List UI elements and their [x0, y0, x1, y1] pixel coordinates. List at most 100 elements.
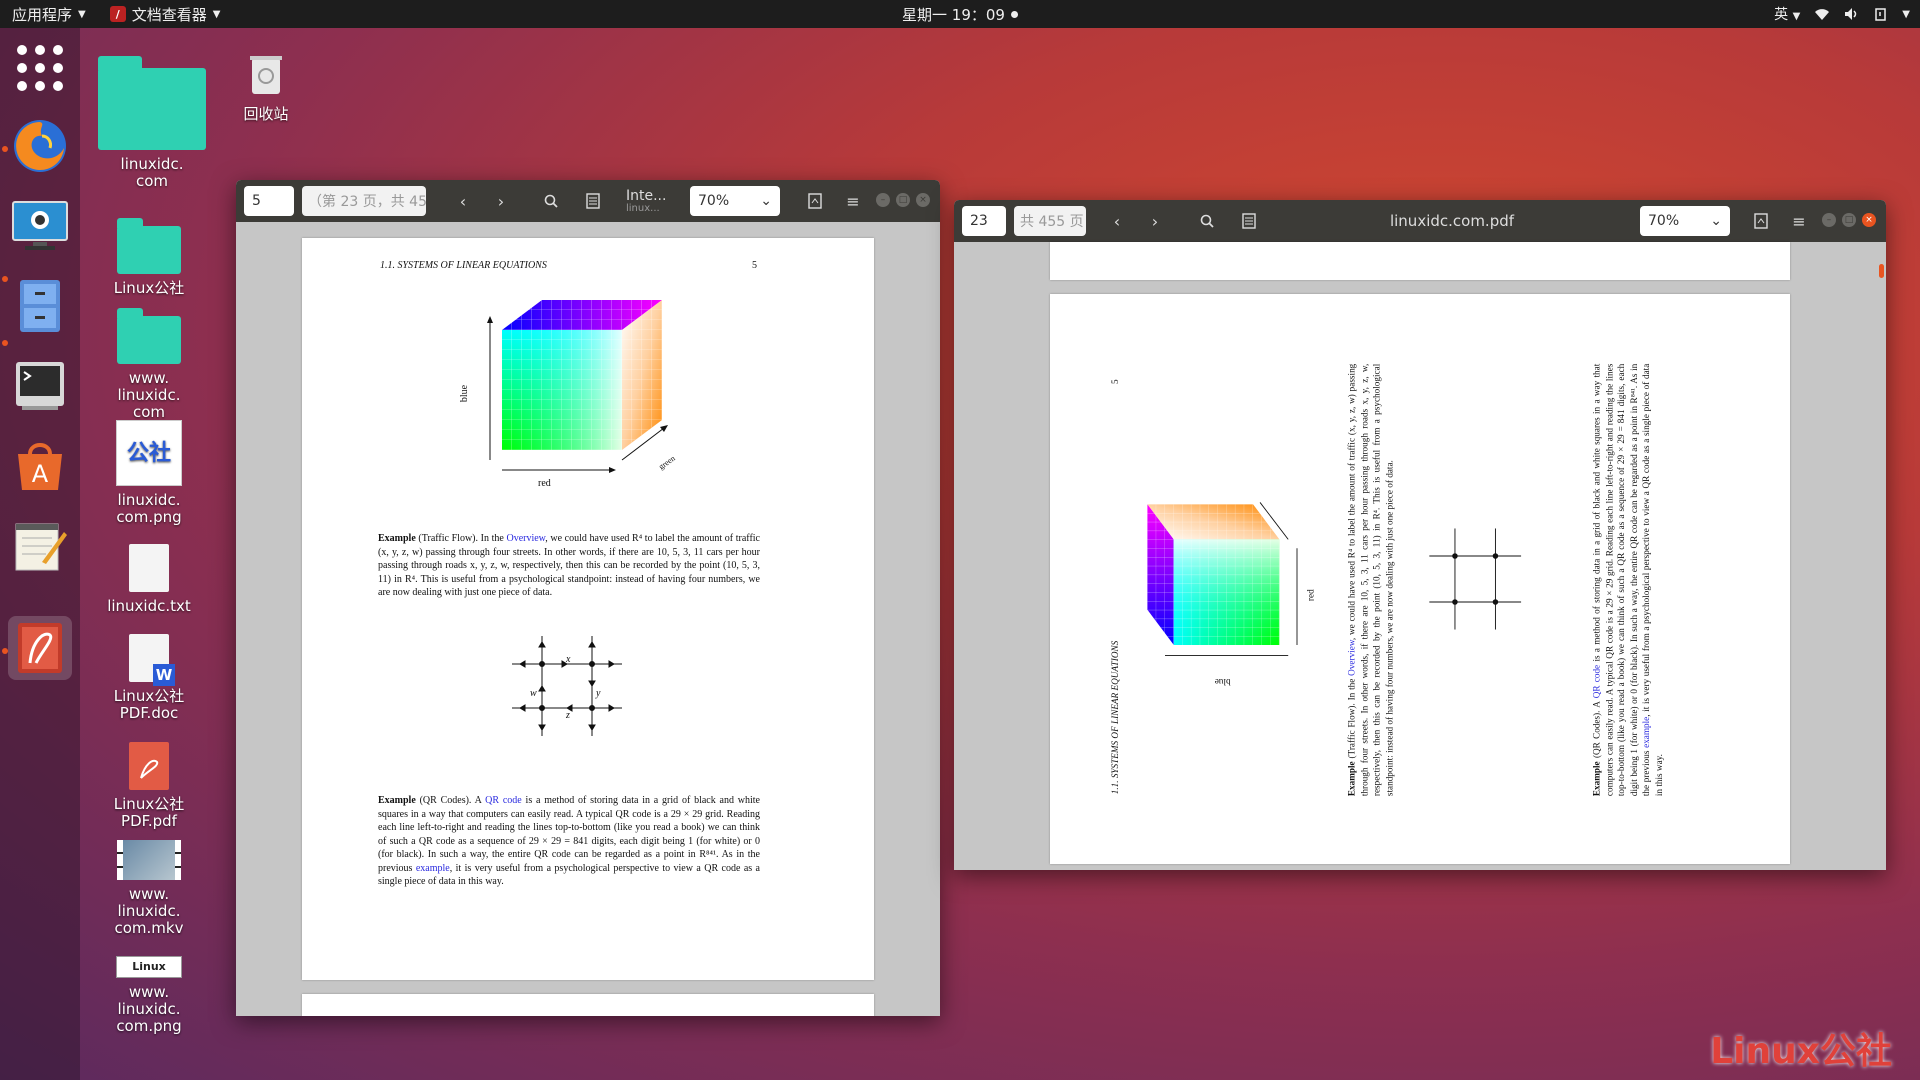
document-canvas[interactable]: 1.1. SYSTEMS OF LINEAR EQUATIONS 5 blue … — [236, 222, 940, 1016]
clock-button[interactable]: 星期一 19：09 — [902, 0, 1018, 28]
dock-software-center[interactable]: A — [8, 434, 72, 498]
document-canvas[interactable]: 1.1. SYSTEMS OF LINEAR EQUATIONS 5 blue … — [954, 242, 1886, 870]
next-page-button[interactable]: › — [486, 186, 516, 216]
maximize-button[interactable]: □ — [1842, 213, 1856, 227]
search-icon — [544, 194, 558, 208]
top-panel: 应用程序 ▼ / 文档查看器 ▼ 星期一 19：09 英 ▼ ▼ — [0, 0, 1920, 28]
search-button[interactable] — [536, 186, 566, 216]
window-title-label: Inte... — [626, 187, 667, 204]
scrollbar-thumb[interactable] — [1879, 264, 1884, 278]
software-center-icon: A — [18, 443, 62, 490]
dock-file-manager[interactable] — [8, 274, 72, 338]
page-count-label: 共 455 页 — [1014, 206, 1086, 236]
desktop-icon-folder[interactable]: www. linuxidc. com — [94, 306, 204, 421]
minimize-button[interactable]: – — [1822, 213, 1836, 227]
desktop-icon-image[interactable]: 公社 linuxidc. com.png — [94, 420, 204, 526]
axis-label-red: red — [1305, 589, 1317, 602]
desktop-icon-label: www. linuxidc. com — [117, 369, 181, 421]
volume-icon[interactable] — [1844, 7, 1860, 21]
chevron-down-icon: ▼ — [1792, 11, 1801, 22]
svg-text:A: A — [32, 460, 49, 488]
desktop-icon-pdf[interactable]: Linux公社 PDF.pdf — [94, 742, 204, 830]
image-thumbnail-icon: Linux — [116, 956, 182, 978]
document-viewer-icon — [18, 623, 62, 673]
document-icon — [1754, 213, 1768, 229]
previous-page-button[interactable]: ‹ — [448, 186, 478, 216]
chevron-down-icon: ▼ — [78, 8, 86, 20]
document-viewer-window-left: 5 （第 23 页，共 455 页） ‹ › Inte... linux... … — [236, 180, 940, 1016]
desktop-icon-image[interactable]: Linux www. linuxidc. com.png — [94, 956, 204, 1035]
apps-menu[interactable]: 应用程序 ▼ — [0, 0, 98, 28]
dock-text-editor[interactable] — [8, 514, 72, 578]
document-properties-button[interactable] — [1746, 206, 1776, 236]
document-properties-button[interactable] — [800, 186, 830, 216]
active-app-menu[interactable]: / 文档查看器 ▼ — [98, 0, 233, 28]
folder-icon — [98, 56, 206, 150]
dock-firefox[interactable] — [8, 114, 72, 178]
dock-screenshot[interactable] — [8, 194, 72, 258]
page-number-input[interactable]: 5 — [244, 186, 294, 216]
desktop-icon-label: linuxidc. com — [120, 155, 184, 190]
sidebar-toggle-button[interactable] — [1234, 206, 1264, 236]
dock-document-viewer[interactable] — [8, 616, 72, 680]
desktop-icon-text[interactable]: linuxidc.txt — [94, 544, 204, 615]
document-icon — [808, 193, 822, 209]
desktop-icon-video[interactable]: www. linuxidc. com.mkv — [94, 840, 204, 937]
zoom-select[interactable]: 70% ⌄ — [1640, 206, 1730, 236]
trash-icon — [250, 56, 282, 94]
previous-page-button[interactable]: ‹ — [1102, 206, 1132, 236]
next-page-button[interactable]: › — [1140, 206, 1170, 236]
qr-example-paragraph: Example (QR Codes). A QR code is a metho… — [378, 795, 760, 887]
text-file-icon — [129, 544, 169, 592]
chevron-down-icon[interactable]: ▼ — [1902, 9, 1910, 20]
traffic-example-paragraph: Example (Traffic Flow). In the Overview,… — [378, 533, 760, 598]
power-icon[interactable] — [1874, 7, 1888, 21]
page-number-input[interactable]: 23 — [962, 206, 1006, 236]
rgb-cube-figure — [487, 300, 668, 473]
axis-label-blue: blue — [1214, 676, 1231, 687]
pdf-page-rotated: 1.1. SYSTEMS OF LINEAR EQUATIONS 5 blue … — [1050, 294, 1790, 864]
running-indicator — [2, 340, 8, 346]
diagram-label-y: y — [596, 688, 601, 699]
window-controls: – □ × — [876, 193, 930, 207]
folder-icon — [117, 308, 181, 364]
close-button[interactable]: × — [916, 193, 930, 207]
desktop-icon-label: Linux公社 PDF.pdf — [113, 795, 185, 830]
close-button[interactable]: × — [1862, 213, 1876, 227]
maximize-button[interactable]: □ — [896, 193, 910, 207]
dock: A — [0, 28, 80, 1080]
desktop-icon-folder[interactable]: Linux公社 — [94, 216, 204, 297]
example-link[interactable]: example — [416, 863, 450, 874]
terminal-icon — [16, 362, 64, 410]
desktop-icon-doc[interactable]: W Linux公社 PDF.doc — [94, 634, 204, 722]
zoom-select[interactable]: 70% ⌄ — [690, 186, 780, 216]
sidebar-toggle-button[interactable] — [578, 186, 608, 216]
minimize-button[interactable]: – — [876, 193, 890, 207]
desktop-icon-folder[interactable]: linuxidc. com — [97, 56, 207, 190]
running-head: 1.1. SYSTEMS OF LINEAR EQUATIONS — [380, 260, 547, 271]
menu-button[interactable]: ≡ — [838, 186, 868, 216]
hamburger-menu-icon: ≡ — [846, 191, 860, 211]
chevron-right-icon: › — [497, 191, 505, 211]
screenshot-icon — [12, 201, 68, 250]
qr-code-link[interactable]: QR code — [485, 795, 522, 806]
menu-button[interactable]: ≡ — [1784, 206, 1814, 236]
dock-app-grid[interactable] — [8, 36, 72, 100]
overview-link[interactable]: Overview — [506, 533, 545, 544]
search-button[interactable] — [1192, 206, 1222, 236]
dock-terminal[interactable] — [8, 354, 72, 418]
chevron-left-icon: ‹ — [1113, 211, 1121, 231]
search-icon — [1200, 214, 1214, 228]
pdf-page-prev — [1050, 242, 1790, 280]
wifi-icon[interactable] — [1814, 7, 1830, 21]
rgb-cube-figure — [1147, 502, 1298, 657]
video-thumbnail-icon — [117, 840, 181, 880]
active-app-label: 文档查看器 — [131, 5, 207, 24]
page-count-label: （第 23 页，共 455 页） — [302, 186, 426, 216]
window-header: 23 共 455 页 ‹ › linuxidc.com.pdf 70% ⌄ ≡ … — [954, 200, 1886, 242]
desktop-icon-trash[interactable]: 回收站 — [211, 52, 321, 123]
window-title: linuxidc.com.pdf — [1389, 212, 1515, 230]
pdf-page: 1.1. SYSTEMS OF LINEAR EQUATIONS 5 blue … — [302, 238, 874, 980]
input-method-indicator[interactable]: 英 ▼ — [1774, 4, 1800, 24]
page-number: 5 — [752, 260, 757, 271]
